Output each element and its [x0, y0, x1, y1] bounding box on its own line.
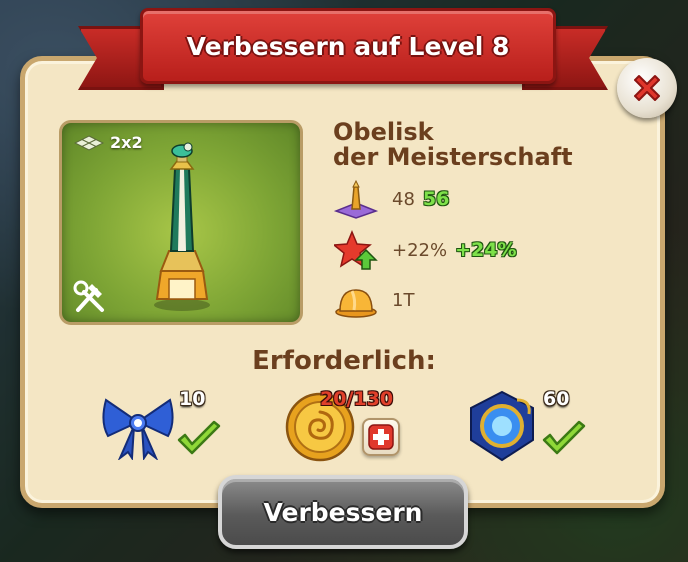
buy-coins-button[interactable]: [362, 418, 400, 456]
upgrade-button[interactable]: Verbessern: [218, 475, 468, 549]
coin-count: 20/130: [320, 388, 394, 410]
population-current: 48: [392, 188, 415, 210]
title-ribbon: Verbessern auf Level 8: [78, 2, 608, 94]
stat-population: 48 56: [334, 179, 449, 219]
check-icon: [177, 420, 221, 455]
bonus-new: +24%: [455, 239, 517, 261]
build-time: 1T: [392, 289, 415, 311]
bonus-current: +22%: [392, 239, 448, 261]
building-size: 2x2: [74, 133, 143, 152]
tools-icon: [73, 280, 104, 312]
stat-build-time: 1T: [334, 280, 414, 320]
tile-size-icon: [74, 134, 104, 151]
plus-icon: [368, 424, 394, 450]
required-heading: Erforderlich:: [252, 346, 436, 376]
building-preview: 2x2: [59, 120, 303, 325]
population-new: 56: [422, 188, 450, 210]
building-name: Obelisk der Meisterschaft: [333, 120, 633, 170]
stat-bonus: +22% +24%: [334, 230, 517, 270]
ribbon-banner: Verbessern auf Level 8: [140, 8, 556, 84]
upgrade-button-label: Verbessern: [263, 497, 423, 527]
size-value: 2x2: [110, 133, 143, 152]
close-button[interactable]: [617, 58, 677, 118]
gem-count: 60: [543, 388, 570, 410]
blue-gem-amulet-icon: [470, 390, 534, 462]
close-icon: [634, 75, 660, 101]
obelisk-population-icon: [334, 179, 378, 219]
building-name-line1: Obelisk: [333, 118, 434, 146]
building-name-line2: der Meisterschaft: [333, 143, 573, 171]
bow-count: 10: [179, 388, 206, 410]
check-icon: [542, 420, 586, 455]
star-boost-icon: [334, 230, 378, 270]
obelisk-building-image: [154, 142, 210, 311]
dialog-title: Verbessern auf Level 8: [186, 31, 510, 61]
blue-bow-icon: [102, 398, 174, 460]
hard-hat-icon: [334, 280, 378, 320]
